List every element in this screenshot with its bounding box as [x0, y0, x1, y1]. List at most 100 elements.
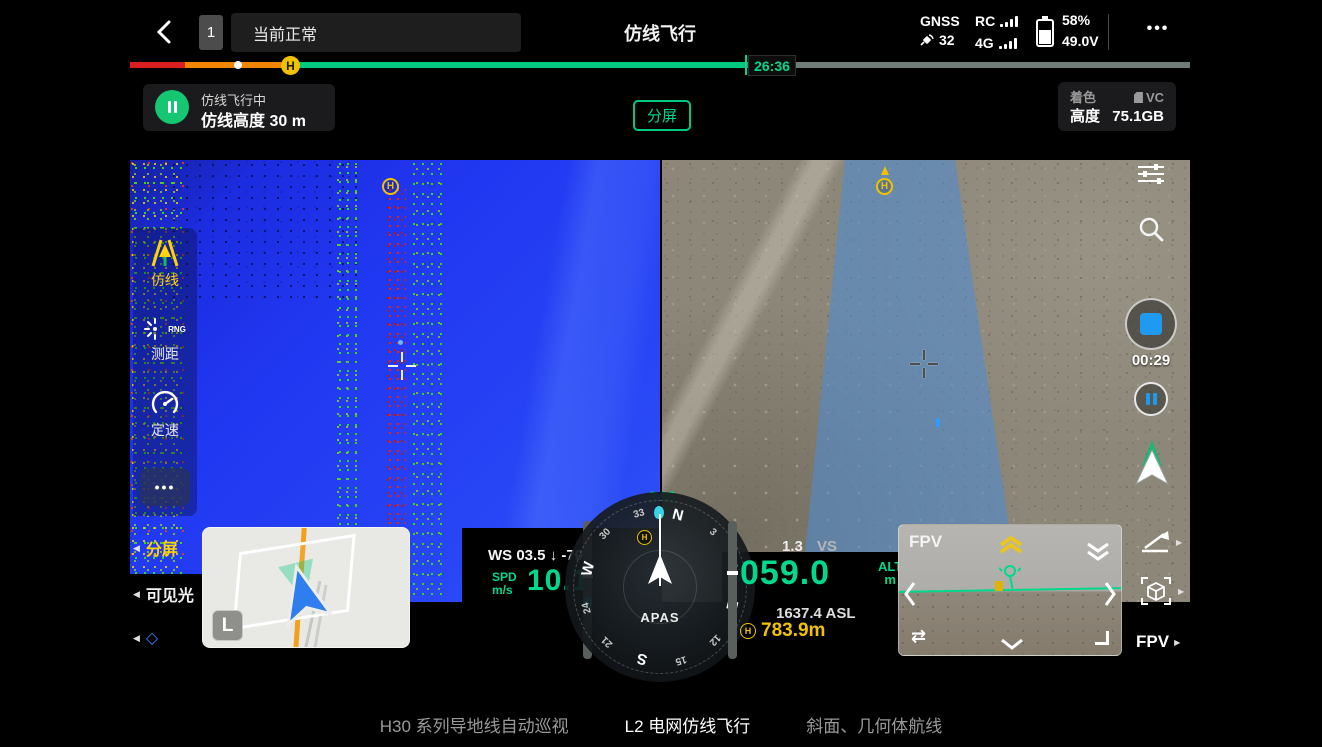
pan-right-chevron-icon[interactable] [1103, 581, 1117, 607]
mission-status-panel[interactable]: 仿线飞行中 仿线高度 30 m [143, 84, 335, 131]
camera-zoom-icon[interactable] [1138, 216, 1164, 242]
storage-panel[interactable]: 着色 VC 高度 75.1GB [1058, 82, 1176, 131]
flight-app: 1 当前正常 仿线飞行 GNSS 32 RC 4G [0, 0, 1322, 747]
collapse-arrow-icon: ◀ [133, 633, 140, 644]
gnss-count: 32 [939, 32, 955, 48]
sd-card-icon [1134, 92, 1143, 103]
pan-left-chevron-icon[interactable] [903, 581, 917, 607]
gnss-block[interactable]: GNSS 32 [920, 13, 960, 48]
aircraft-symbol-icon [647, 554, 673, 586]
battery-block[interactable]: 58% 49.0V [1062, 12, 1099, 49]
fpv-view-label: FPV [1136, 632, 1169, 652]
bottom-tab-bar: H30 系列导地线自动巡视 L2 电网仿线飞行 斜面、几何体航线 [0, 702, 1322, 747]
layer-split-toggle[interactable]: ◀ 分屏 [133, 536, 178, 560]
gimbal-pitch-icon [1140, 530, 1170, 554]
storage-free: 75.1GB [1112, 107, 1164, 126]
pointcloud-texture [170, 160, 360, 300]
speed-label: SPD m/s [492, 571, 517, 597]
back-button[interactable] [150, 16, 180, 48]
layer-pointcloud-toggle[interactable]: ◀ ◇ [133, 628, 158, 648]
expand-corner-icon[interactable] [1095, 631, 1109, 645]
pointcloud-diamond-icon: ◇ [146, 628, 158, 648]
storage-type: VC [1146, 90, 1164, 105]
gnss-label: GNSS [920, 13, 960, 29]
waypoint-tick [936, 418, 940, 427]
apas-label: APAS [565, 610, 755, 625]
record-pause-button[interactable] [1134, 382, 1168, 416]
home-point-marker: H [876, 178, 893, 195]
sidebar-item-label: 测距 [133, 344, 197, 364]
home-distance-value: 783.9m [761, 620, 825, 642]
crosshair-left [388, 352, 418, 380]
timeline-cursor[interactable] [745, 55, 747, 75]
layer-visible-light-label: 可见光 [146, 582, 194, 606]
topbar-divider [1108, 14, 1109, 50]
timeline-home-marker: H [281, 56, 300, 75]
crosshair-right [910, 350, 940, 378]
record-stop-button[interactable] [1125, 298, 1177, 350]
view-3d-control[interactable]: ▶ [1140, 576, 1184, 606]
fpv-view-button[interactable]: FPV ▶ [1136, 632, 1180, 652]
home-point-marker: H [382, 178, 399, 195]
swap-view-icon[interactable]: ⇄ [911, 626, 926, 647]
minimap[interactable]: L [202, 527, 410, 648]
vertical-speed-readout: 1.3 VS [782, 538, 837, 555]
record-stop-icon [1140, 313, 1162, 335]
tool-sidebar: 仿线 RNG 测距 定速 [133, 228, 197, 516]
sidebar-more-button[interactable]: ••• [140, 468, 190, 506]
timeline-segment-done [290, 62, 746, 68]
rc-signal-icon [1000, 16, 1018, 27]
tab-h30-inspection[interactable]: H30 系列导地线自动巡视 [378, 702, 571, 747]
target-dot [398, 340, 403, 345]
home-badge-icon: H [740, 623, 756, 639]
timeline-event-dot [234, 61, 242, 69]
sidebar-item-follow-line[interactable]: 仿线 [133, 238, 197, 290]
more-menu-button[interactable]: ••• [1138, 20, 1178, 44]
battery-percent: 58% [1062, 12, 1099, 28]
minimap-drone-arrow [273, 558, 333, 628]
waypoint-index-badge[interactable]: 1 [199, 15, 223, 50]
tab-l2-powerline[interactable]: L2 电网仿线飞行 [623, 702, 753, 747]
altitude-gauge [728, 521, 737, 659]
sidebar-item-label: 定速 [133, 420, 197, 440]
gimbal-up-chevron-icon[interactable] [997, 535, 1025, 555]
fpv-window-label: FPV [909, 532, 942, 552]
collapse-arrow-icon: ◀ [133, 589, 140, 600]
expand-right-icon: ▶ [1176, 538, 1182, 547]
gimbal-pitch-control[interactable]: ▶ [1140, 530, 1182, 554]
battery-voltage: 49.0V [1062, 33, 1099, 49]
sidebar-item-cruise-speed[interactable]: 定速 [133, 390, 197, 440]
cruise-speed-icon [151, 390, 179, 418]
net-signal-icon [999, 38, 1017, 49]
expand-right-icon: ▶ [1174, 638, 1180, 647]
aircraft-status-box[interactable]: 当前正常 [231, 13, 521, 52]
fpv-waypoint-marker [995, 581, 1003, 591]
battery-icon [1036, 19, 1054, 47]
rc-label: RC [975, 13, 995, 29]
sidebar-item-rangefinder[interactable]: RNG 测距 [133, 316, 197, 364]
compass-home-icon: H [637, 530, 652, 545]
link-block[interactable]: RC 4G [975, 13, 1018, 51]
minimap-l-button[interactable]: L [212, 610, 243, 641]
fpv-mini-window[interactable]: FPV ⇄ [898, 524, 1122, 656]
mission-status-line2: 仿线高度 30 m [201, 107, 306, 131]
colorize-label: 着色 [1070, 88, 1096, 107]
collapse-arrow-icon: ◀ [133, 543, 140, 554]
split-screen-button[interactable]: 分屏 [633, 100, 691, 131]
gimbal-down-chevron-icon[interactable] [999, 637, 1025, 651]
drone-heading-icon [1133, 438, 1171, 486]
timeline-elapsed-time: 26:36 [748, 55, 796, 76]
layer-visible-light-toggle[interactable]: ◀ 可见光 [133, 580, 202, 608]
home-distance: H 783.9m [740, 620, 825, 642]
sidebar-item-label: 仿线 [133, 270, 197, 290]
camera-settings-icon[interactable] [1136, 163, 1166, 185]
tab-slope-geometry[interactable]: 斜面、几何体航线 [804, 702, 944, 747]
net-label: 4G [975, 35, 994, 51]
page-title: 仿线飞行 [560, 20, 760, 46]
timeline-segment-alert [130, 62, 185, 68]
aircraft-status-text: 当前正常 [253, 21, 317, 45]
expand-right-icon: ▶ [1178, 587, 1184, 596]
collapse-window-chevron-icon[interactable] [1085, 541, 1111, 563]
rangefinder-icon: RNG [133, 316, 197, 342]
mission-pause-button[interactable] [155, 90, 189, 124]
